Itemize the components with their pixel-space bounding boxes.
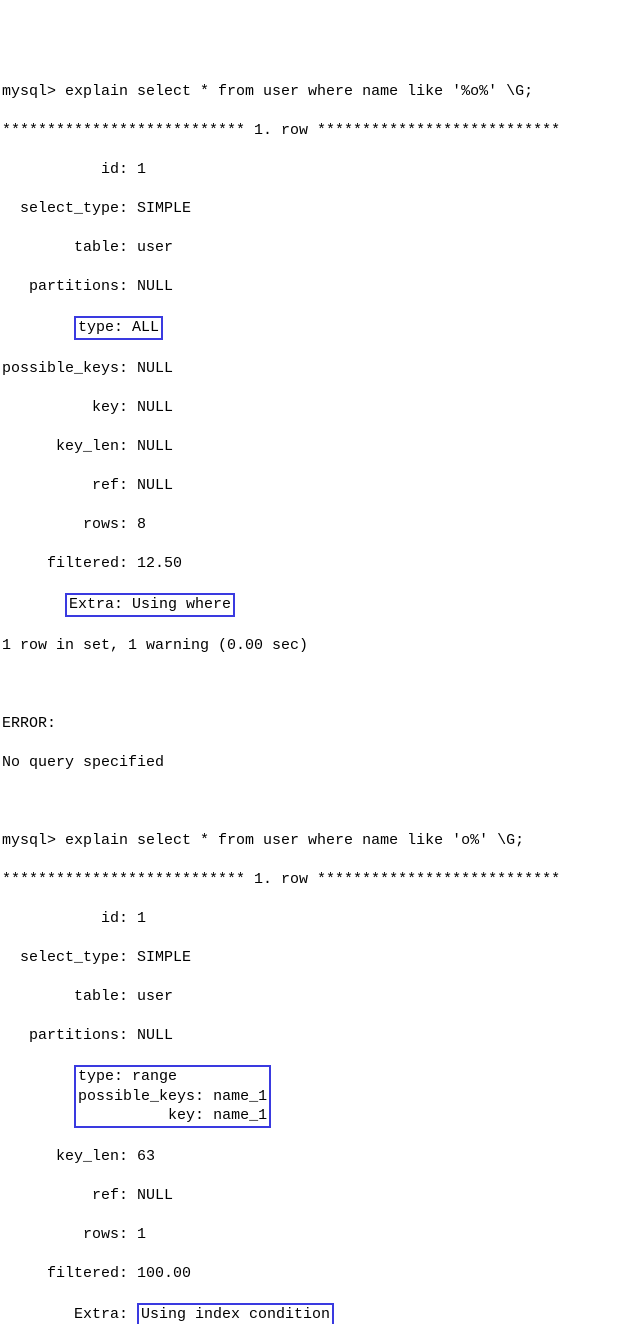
field-label: partitions (2, 277, 119, 297)
field-label: select_type (2, 948, 119, 968)
field-id-1: id: 1 (2, 160, 641, 180)
field-label: possible_keys (78, 1088, 195, 1105)
highlight-type-all: type: ALL (74, 316, 163, 340)
field-label: filtered (2, 554, 119, 574)
field-value: SIMPLE (137, 200, 191, 217)
field-select-type-1: select_type: SIMPLE (2, 199, 641, 219)
result-footer-1: 1 row in set, 1 warning (0.00 sec) (2, 636, 641, 656)
field-table-1: table: user (2, 238, 641, 258)
field-label: partitions (2, 1026, 119, 1046)
field-label: key_len (2, 437, 119, 457)
field-value: NULL (137, 1187, 173, 1204)
sql-command-2: explain select * from user where name li… (65, 832, 524, 849)
mysql-prompt: mysql> (2, 83, 65, 100)
field-value: 8 (137, 516, 146, 533)
highlight-extra-using-index-condition: Using index condition (137, 1303, 334, 1324)
field-label: ref (2, 476, 119, 496)
field-label: possible_keys (2, 359, 119, 379)
highlight-extra-using-where: Extra: Using where (65, 593, 235, 617)
row-header-2: *************************** 1. row *****… (2, 870, 641, 890)
field-label: rows (2, 1225, 119, 1245)
command-line-1: mysql> explain select * from user where … (2, 82, 641, 102)
field-value: Using index condition (141, 1306, 330, 1323)
field-value: name_1 (213, 1107, 267, 1124)
field-id-2: id: 1 (2, 909, 641, 929)
field-value: 100.00 (137, 1265, 191, 1282)
field-label: key (2, 398, 119, 418)
field-value: name_1 (213, 1088, 267, 1105)
field-value: 12.50 (137, 555, 182, 572)
field-rows-1: rows: 8 (2, 515, 641, 535)
field-select-type-2: select_type: SIMPLE (2, 948, 641, 968)
field-label: id (2, 909, 119, 929)
field-label: Extra (69, 596, 114, 613)
field-possible-keys-1: possible_keys: NULL (2, 359, 641, 379)
field-value: NULL (137, 1027, 173, 1044)
field-ref-2: ref: NULL (2, 1186, 641, 1206)
mysql-prompt: mysql> (2, 832, 65, 849)
field-label: ref (2, 1186, 119, 1206)
field-value: NULL (137, 399, 173, 416)
field-type-1: type: ALL (2, 316, 641, 340)
field-label: rows (2, 515, 119, 535)
field-type-key-box-2: type: range possible_keys: name_1 key: n… (2, 1065, 641, 1128)
field-filtered-2: filtered: 100.00 (2, 1264, 641, 1284)
field-filtered-1: filtered: 12.50 (2, 554, 641, 574)
field-key-1: key: NULL (2, 398, 641, 418)
field-table-2: table: user (2, 987, 641, 1007)
field-value: NULL (137, 438, 173, 455)
field-label: table (2, 987, 119, 1007)
blank-line (2, 792, 641, 812)
blank-line (2, 675, 641, 695)
field-value: user (137, 239, 173, 256)
field-value: user (137, 988, 173, 1005)
sql-command-1: explain select * from user where name li… (65, 83, 533, 100)
field-value: NULL (137, 278, 173, 295)
field-key-len-2: key_len: 63 (2, 1147, 641, 1167)
field-value: 1 (137, 161, 146, 178)
field-partitions-1: partitions: NULL (2, 277, 641, 297)
field-value: range (132, 1068, 177, 1085)
field-label: key (168, 1107, 195, 1124)
highlight-type-range-keys: type: range possible_keys: name_1 key: n… (74, 1065, 271, 1128)
field-ref-1: ref: NULL (2, 476, 641, 496)
field-key-len-1: key_len: NULL (2, 437, 641, 457)
field-value: NULL (137, 360, 173, 377)
field-value: Using where (132, 596, 231, 613)
field-value: ALL (132, 319, 159, 336)
field-value: 1 (137, 1226, 146, 1243)
field-value: 63 (137, 1148, 155, 1165)
field-label: type (78, 1068, 114, 1085)
field-partitions-2: partitions: NULL (2, 1026, 641, 1046)
field-label: id (2, 160, 119, 180)
field-extra-1: Extra: Using where (2, 593, 641, 617)
error-line-1: ERROR: (2, 714, 641, 734)
field-rows-2: rows: 1 (2, 1225, 641, 1245)
field-label: key_len (2, 1147, 119, 1167)
row-header-1: *************************** 1. row *****… (2, 121, 641, 141)
command-line-2: mysql> explain select * from user where … (2, 831, 641, 851)
field-extra-2: Extra: Using index condition (2, 1303, 641, 1324)
field-value: NULL (137, 477, 173, 494)
field-label: type (78, 319, 114, 336)
field-label: filtered (2, 1264, 119, 1284)
field-value: 1 (137, 910, 146, 927)
field-label: select_type (2, 199, 119, 219)
error-line-2: No query specified (2, 753, 641, 773)
field-label: table (2, 238, 119, 258)
field-value: SIMPLE (137, 949, 191, 966)
field-label: Extra (2, 1305, 119, 1324)
